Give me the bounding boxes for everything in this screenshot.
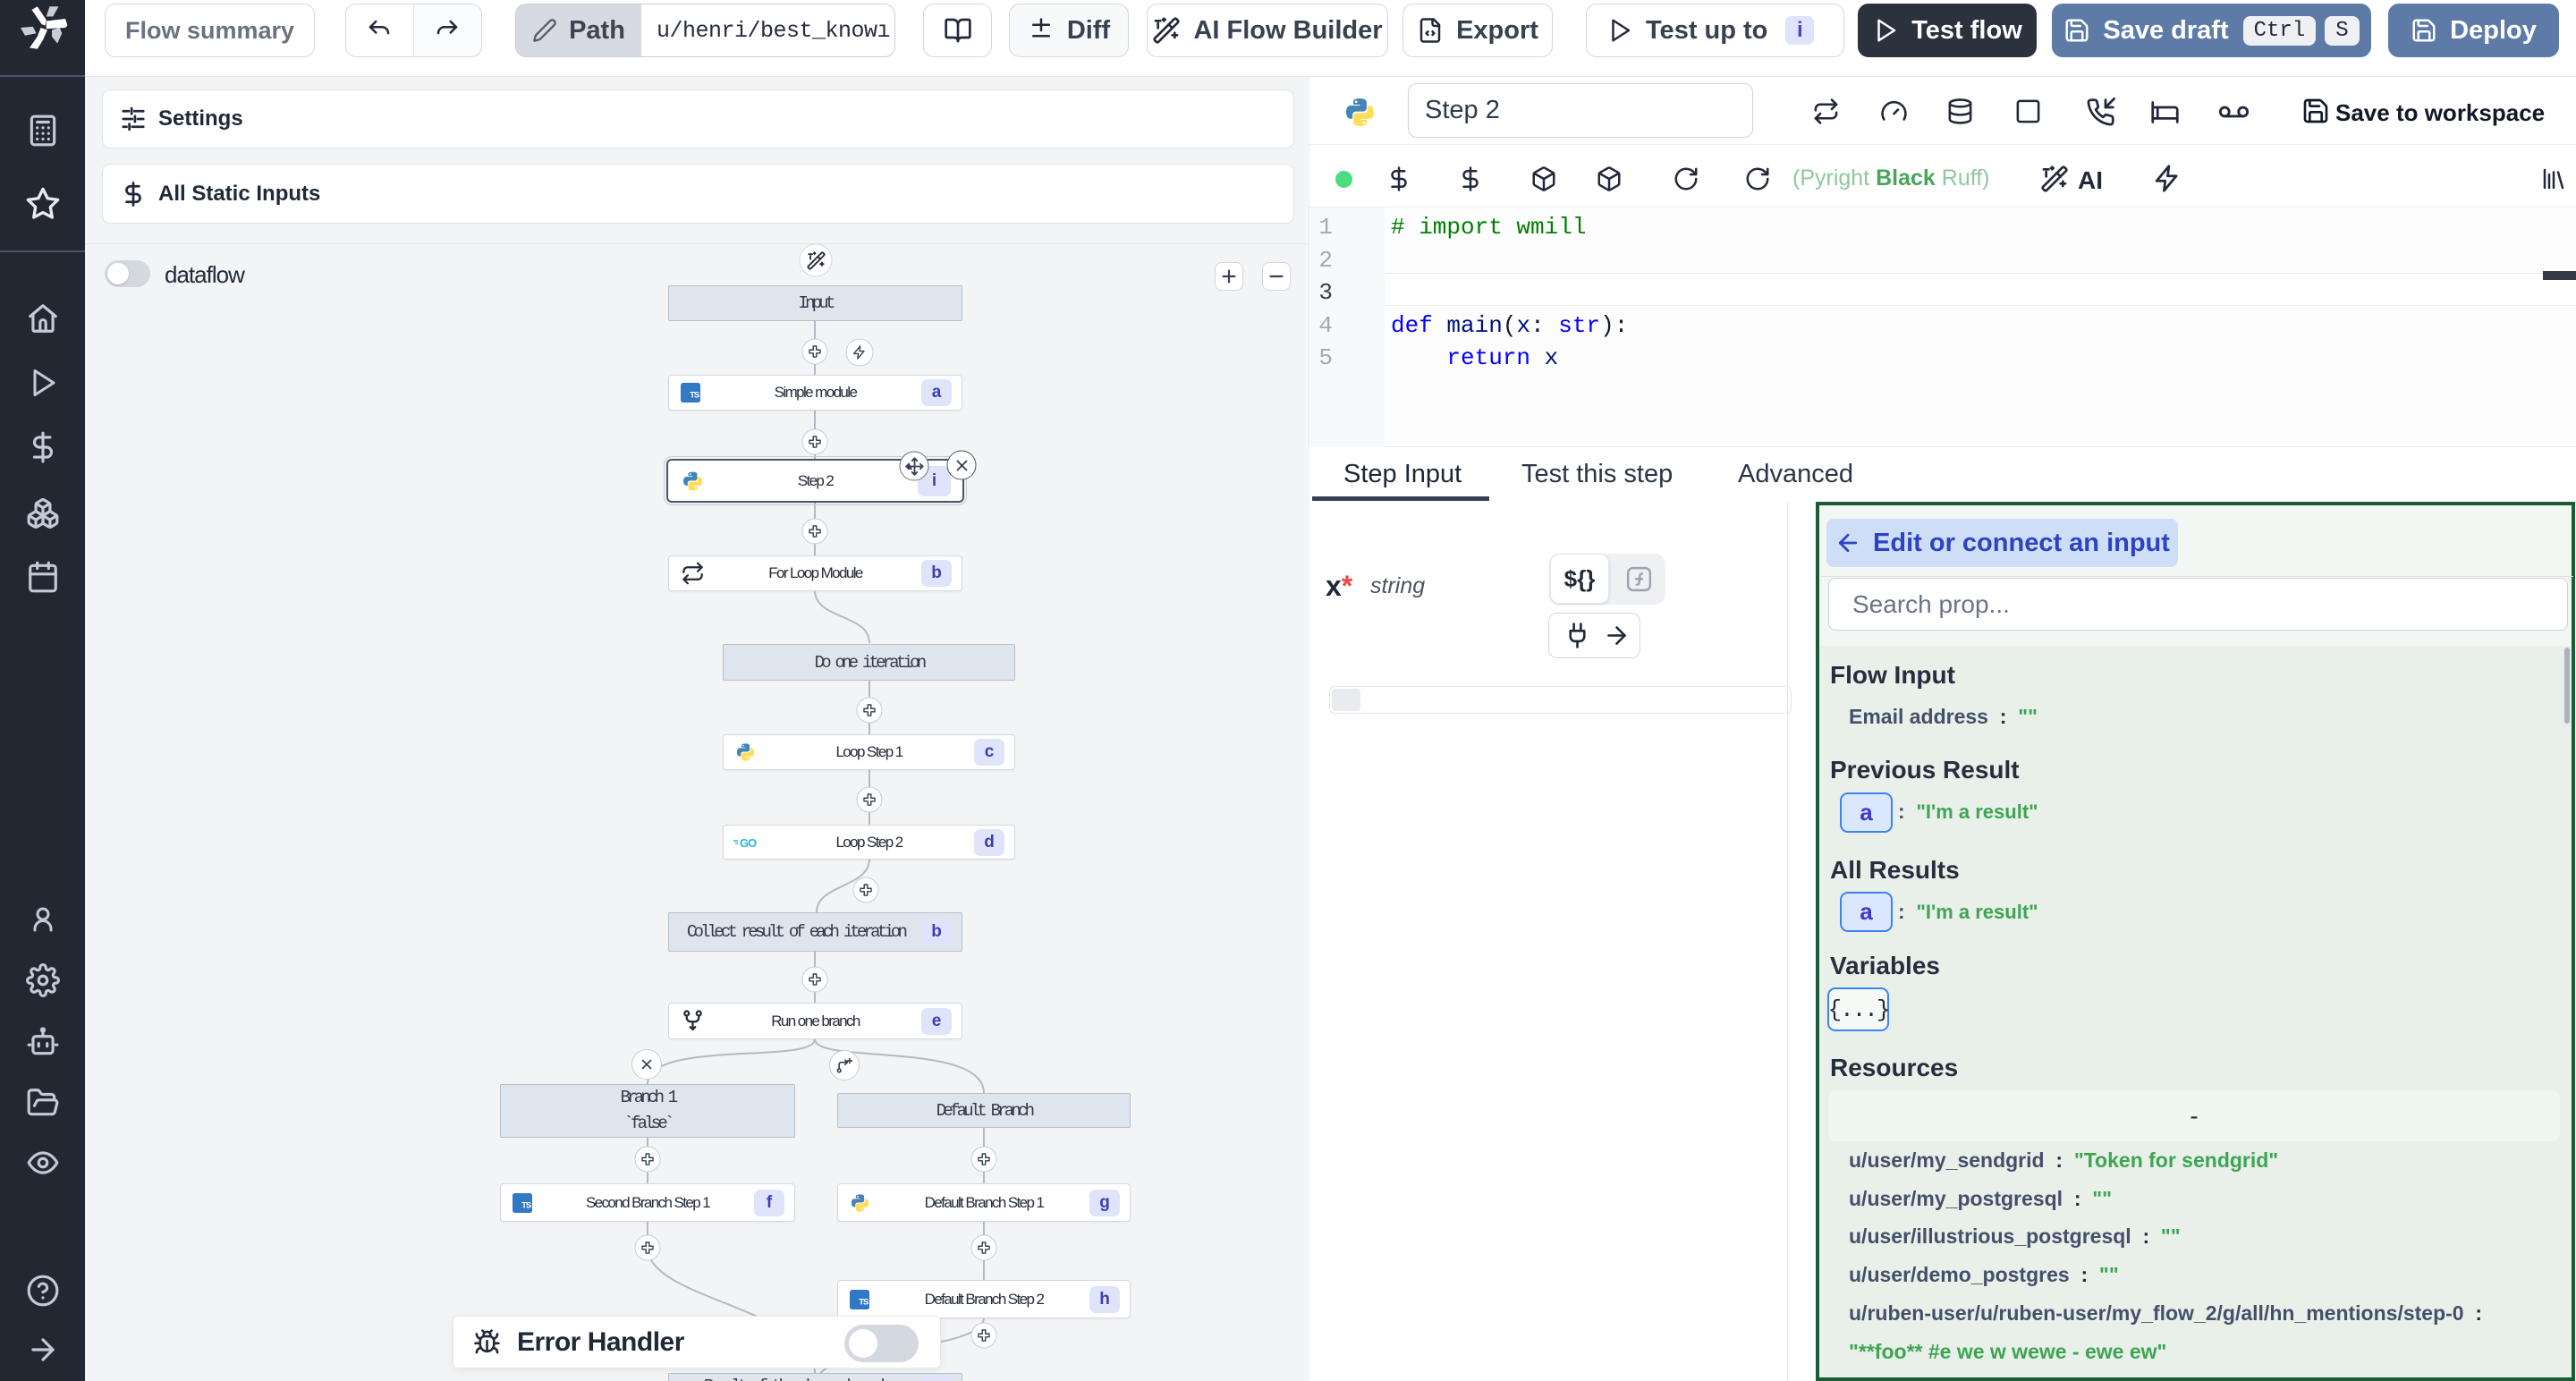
svg-text:TS: TS: [859, 1297, 869, 1307]
svg-text:TS: TS: [690, 391, 700, 401]
svg-text:GO: GO: [740, 836, 757, 850]
svg-text:TS: TS: [521, 1200, 532, 1210]
